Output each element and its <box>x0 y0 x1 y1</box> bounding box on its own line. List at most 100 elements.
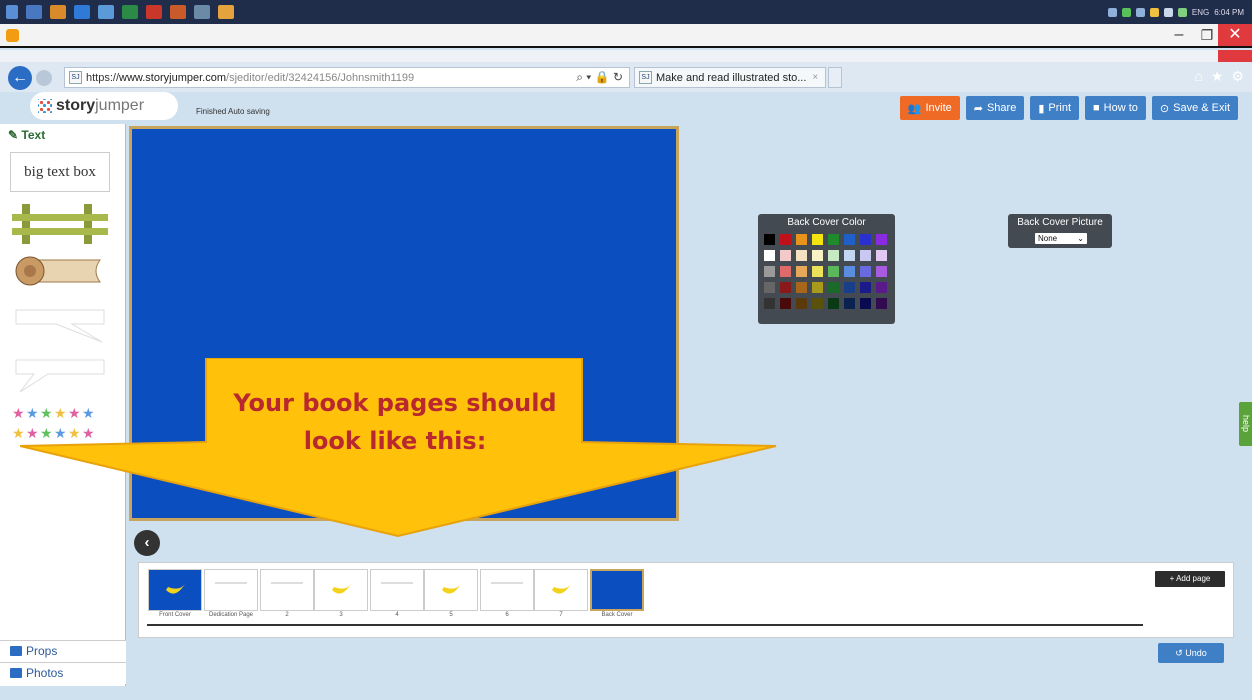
browser-tab[interactable]: SJ Make and read illustrated sto... × <box>634 67 826 88</box>
color-swatch[interactable] <box>764 282 775 293</box>
color-swatch[interactable] <box>860 298 871 309</box>
big-text-box-item[interactable]: big text box <box>10 152 110 192</box>
color-swatch[interactable] <box>860 266 871 277</box>
settings-gear-icon[interactable]: ⚙ <box>1231 68 1244 85</box>
howto-button[interactable]: ■ How to <box>1085 96 1146 120</box>
color-swatch[interactable] <box>860 282 871 293</box>
speech-bubble-prop-1[interactable] <box>12 302 108 344</box>
color-swatch[interactable] <box>764 298 775 309</box>
minimize-button[interactable]: – <box>1168 27 1190 43</box>
color-swatch[interactable] <box>844 282 855 293</box>
app-icon-6[interactable] <box>218 5 234 19</box>
add-page-button[interactable]: + Add page <box>1155 571 1225 587</box>
app-icon-1[interactable] <box>26 5 42 19</box>
page-thumb-back-cover[interactable] <box>590 569 644 611</box>
previous-page-button[interactable]: ‹ <box>134 530 160 556</box>
page-thumb-6[interactable] <box>480 569 534 611</box>
browser-back-button[interactable]: ← <box>8 66 32 90</box>
color-swatch[interactable] <box>812 266 823 277</box>
app-icon-4[interactable] <box>146 5 162 19</box>
color-swatch[interactable] <box>828 298 839 309</box>
color-swatch[interactable] <box>780 298 791 309</box>
color-swatch[interactable] <box>780 266 791 277</box>
color-swatch[interactable] <box>844 266 855 277</box>
browser-forward-button[interactable] <box>36 70 52 86</box>
excel-icon[interactable] <box>122 5 138 19</box>
browser-close-button[interactable] <box>1218 50 1252 62</box>
color-swatch[interactable] <box>860 234 871 245</box>
color-swatch[interactable] <box>876 282 887 293</box>
language-indicator[interactable]: ENG <box>1192 8 1209 17</box>
color-swatch[interactable] <box>876 266 887 277</box>
share-button[interactable]: ➦ Share <box>965 96 1025 120</box>
color-swatch[interactable] <box>796 250 807 261</box>
bamboo-fence-prop[interactable] <box>12 204 108 244</box>
color-swatch[interactable] <box>812 250 823 261</box>
keyboard-icon[interactable] <box>1107 7 1117 17</box>
home-icon[interactable]: ⌂ <box>1194 68 1202 85</box>
windows-icon[interactable] <box>6 5 18 19</box>
color-swatch[interactable] <box>828 234 839 245</box>
tab-close-icon[interactable]: × <box>812 72 818 83</box>
close-button[interactable]: ✕ <box>1218 24 1252 46</box>
color-swatch[interactable] <box>828 250 839 261</box>
app-tray-icon[interactable] <box>1149 7 1159 17</box>
color-swatch[interactable] <box>860 250 871 261</box>
page-thumb-front-cover[interactable] <box>148 569 202 611</box>
page-thumb-2[interactable] <box>260 569 314 611</box>
props-section[interactable]: Props <box>0 640 126 662</box>
print-button[interactable]: ▮ Print <box>1030 96 1080 120</box>
color-swatch[interactable] <box>812 298 823 309</box>
app-icon-5[interactable] <box>194 5 210 19</box>
app-icon-3[interactable] <box>98 5 114 19</box>
color-swatch[interactable] <box>796 234 807 245</box>
page-thumb-4[interactable] <box>370 569 424 611</box>
edge-icon[interactable] <box>74 5 90 19</box>
text-section-title[interactable]: ✎ Text <box>8 128 45 142</box>
new-tab-button[interactable] <box>828 67 842 88</box>
color-swatch[interactable] <box>844 234 855 245</box>
color-swatch[interactable] <box>876 234 887 245</box>
color-swatch[interactable] <box>780 234 791 245</box>
color-swatch[interactable] <box>764 266 775 277</box>
invite-button[interactable]: 👥 Invite <box>899 96 960 120</box>
volume-icon[interactable] <box>1135 7 1145 17</box>
color-swatch[interactable] <box>796 298 807 309</box>
battery-icon[interactable] <box>1177 7 1187 17</box>
powerpoint-icon[interactable] <box>170 5 186 19</box>
favorites-star-icon[interactable]: ★ <box>1211 68 1224 85</box>
back-cover-picture-select[interactable]: None ⌄ <box>1035 233 1087 244</box>
page-thumb-dedication[interactable] <box>204 569 258 611</box>
page-thumb-5[interactable] <box>424 569 478 611</box>
color-swatch[interactable] <box>796 282 807 293</box>
clock[interactable]: 6:04 PM <box>1214 8 1244 17</box>
page-thumb-7[interactable] <box>534 569 588 611</box>
wifi-icon[interactable] <box>1163 7 1173 17</box>
color-swatch[interactable] <box>764 234 775 245</box>
undo-button[interactable]: ↺ Undo <box>1158 643 1224 663</box>
storyjumper-logo[interactable]: story jumper <box>30 92 178 120</box>
address-bar[interactable]: SJ https:// www.storyjumper.com /sjedito… <box>64 67 630 88</box>
color-swatch[interactable] <box>876 298 887 309</box>
save-exit-button[interactable]: ⊙ Save & Exit <box>1151 96 1238 120</box>
color-swatch[interactable] <box>812 234 823 245</box>
network-icon[interactable] <box>1121 7 1131 17</box>
color-swatch[interactable] <box>844 250 855 261</box>
color-swatch[interactable] <box>796 266 807 277</box>
media-player-icon[interactable] <box>6 29 19 42</box>
scroll-prop[interactable] <box>12 254 108 288</box>
restore-button[interactable]: ❐ <box>1196 27 1218 44</box>
color-swatch[interactable] <box>780 282 791 293</box>
address-tools-icons[interactable]: ⌕ ▾ 🔒 ↻ <box>576 70 623 85</box>
page-thumb-3[interactable] <box>314 569 368 611</box>
app-icon-2[interactable] <box>50 5 66 19</box>
color-swatch[interactable] <box>764 250 775 261</box>
color-swatch[interactable] <box>828 282 839 293</box>
color-swatch[interactable] <box>780 250 791 261</box>
color-swatch[interactable] <box>812 282 823 293</box>
help-tab[interactable]: help <box>1239 402 1252 446</box>
photos-section[interactable]: Photos <box>0 662 126 684</box>
color-swatch[interactable] <box>828 266 839 277</box>
color-swatch[interactable] <box>876 250 887 261</box>
color-swatch[interactable] <box>844 298 855 309</box>
